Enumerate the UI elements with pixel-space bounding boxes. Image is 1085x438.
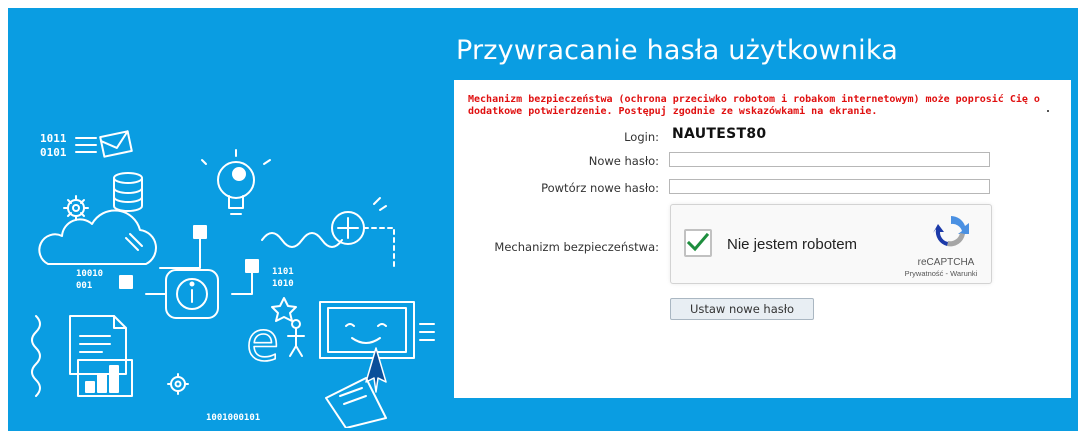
connector-line	[159, 237, 201, 269]
new-password-field[interactable]	[669, 152, 990, 167]
decor-dot	[1047, 110, 1049, 112]
database-icon	[113, 172, 143, 212]
info-icon	[145, 269, 219, 319]
binary-text: 1011	[40, 132, 67, 145]
login-label: Login:	[624, 130, 659, 144]
reset-password-panel: Mechanizm bezpieczeństwa (ochrona przeci…	[454, 80, 1071, 398]
tech-illustration: 1011 0101 10010 001 1101 1010 1001000101…	[31, 130, 435, 428]
checkmark-icon	[686, 232, 710, 252]
binary-text: 1001000101	[206, 413, 260, 423]
captcha-label: Mechanizm bezpieczeństwa:	[494, 240, 659, 254]
recaptcha-brand: reCAPTCHA	[917, 257, 975, 268]
page-title: Przywracanie hasła użytkownika	[456, 35, 898, 66]
terms-link[interactable]: Warunki	[950, 269, 977, 278]
plus-circle-icon	[331, 197, 395, 269]
page: 1011 0101 10010 001 1101 1010 1001000101…	[0, 0, 1085, 438]
envelope-icon	[99, 130, 133, 158]
gear-icon	[167, 373, 189, 395]
banner: 1011 0101 10010 001 1101 1010 1001000101…	[8, 8, 1078, 431]
chart-icon	[77, 359, 133, 397]
person-icon	[287, 319, 305, 357]
node-square	[193, 225, 207, 239]
repeat-password-field[interactable]	[669, 179, 990, 194]
login-value: NAUTEST80	[672, 126, 767, 142]
recaptcha-checkbox-label: Nie jestem robotem	[727, 236, 858, 253]
recaptcha-checkbox[interactable]	[684, 229, 712, 257]
squiggle-line	[31, 315, 41, 397]
binary-text: 001	[76, 281, 92, 291]
binary-text: 1010	[272, 279, 294, 289]
recaptcha-widget: Nie jestem robotem reCAPTCHA Prywatność …	[670, 204, 992, 284]
menu-lines-icon	[75, 137, 97, 153]
node-square	[119, 275, 133, 289]
cloud-icon	[38, 209, 157, 265]
gear-icon	[63, 195, 89, 221]
connector-line	[231, 271, 253, 295]
privacy-link[interactable]: Prywatność	[905, 269, 944, 278]
repeat-password-label: Powtórz nowe hasło:	[541, 181, 659, 195]
new-password-label: Nowe hasło:	[588, 154, 659, 168]
binary-text: 10010	[76, 269, 103, 279]
recaptcha-links: Prywatność - Warunki	[891, 269, 991, 278]
letter-e-icon: e	[246, 310, 279, 373]
node-square	[245, 259, 259, 273]
recaptcha-icon	[933, 216, 969, 247]
security-notice: Mechanizm bezpieczeństwa (ochrona przeci…	[468, 94, 1040, 117]
set-new-password-button[interactable]: Ustaw nowe hasło	[670, 298, 814, 320]
binary-text: 0101	[40, 146, 67, 159]
lightbulb-icon	[201, 149, 271, 215]
wave-line	[261, 232, 343, 248]
binary-text: 1101	[272, 267, 294, 277]
